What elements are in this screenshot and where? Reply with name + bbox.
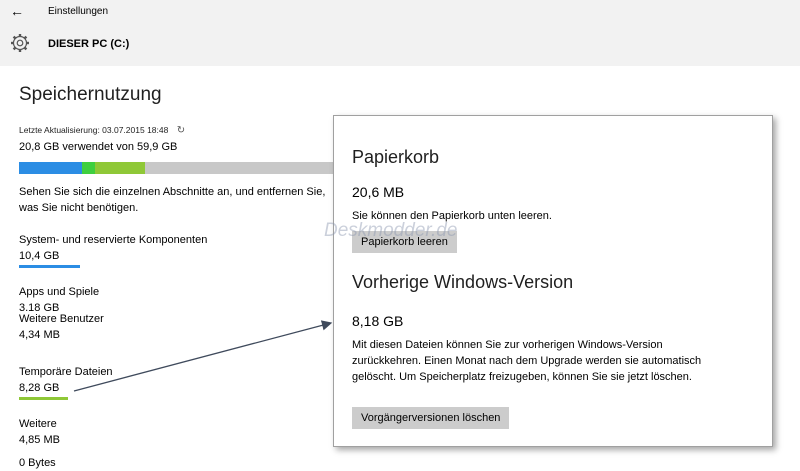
delete-previous-versions-button[interactable]: Vorgängerversionen löschen <box>352 407 510 429</box>
previous-windows-heading: Vorherige Windows-Version <box>352 272 574 292</box>
recycle-bin-heading: Papierkorb <box>352 147 440 167</box>
previous-windows-text: Mit diesen Dateien können Sie zur vorher… <box>352 339 702 383</box>
previous-windows-size: 8,18 GB <box>352 313 404 329</box>
details-popup: Papierkorb 20,6 MB Sie können den Papier… <box>324 115 773 447</box>
watermark: Deskmodder.de <box>324 220 458 241</box>
recycle-bin-size: 20,6 MB <box>352 184 405 200</box>
